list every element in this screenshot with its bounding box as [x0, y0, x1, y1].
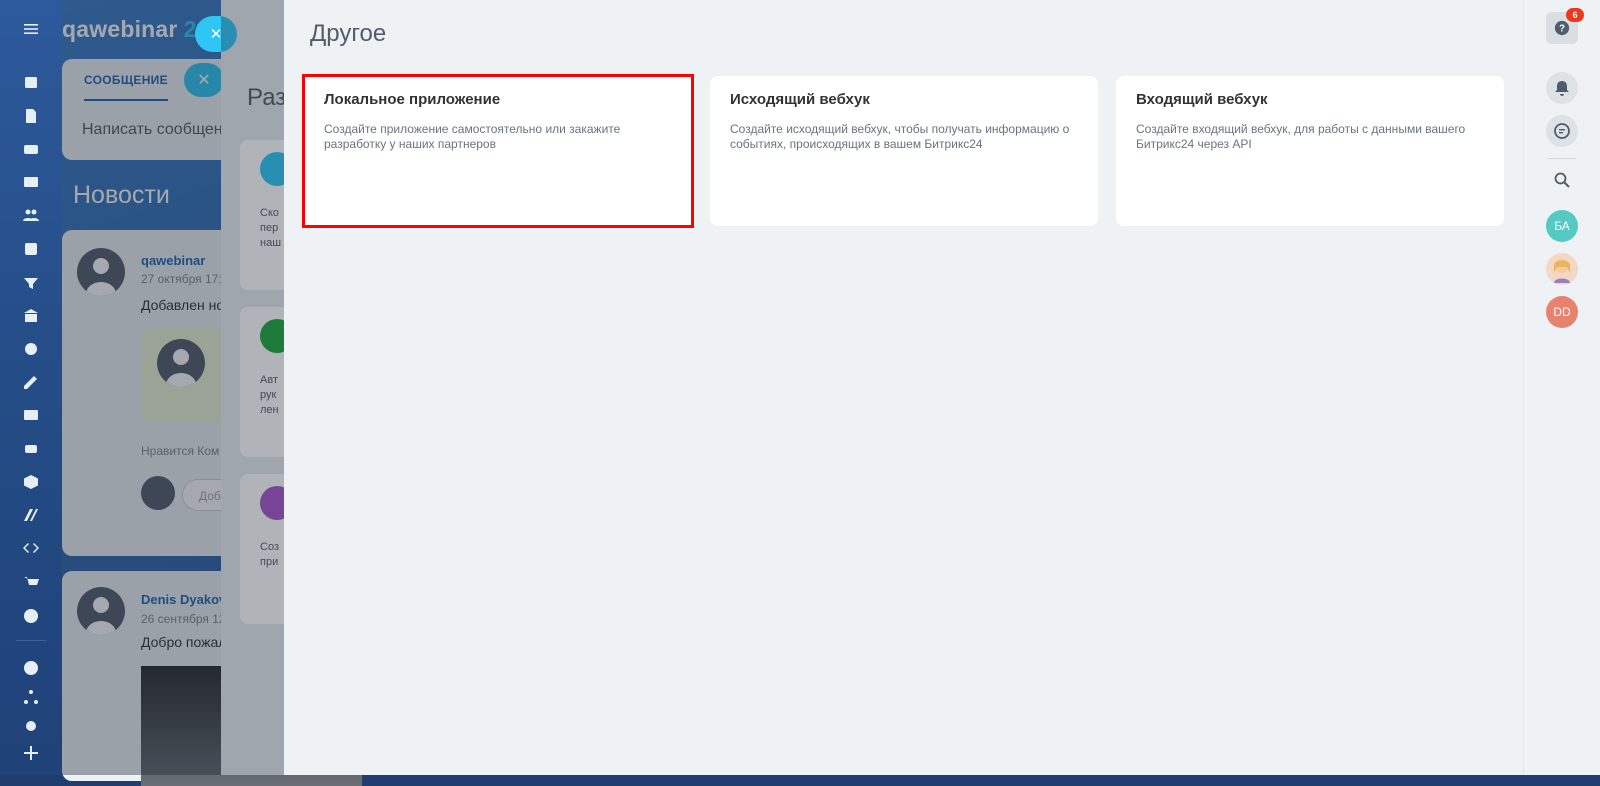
shop-cart-icon[interactable]: [19, 572, 43, 594]
card-description: Создайте входящий вебхук, для работы с д…: [1136, 122, 1466, 151]
structure-icon[interactable]: [19, 686, 43, 708]
drive-icon[interactable]: [19, 138, 43, 160]
right-toolbar: ? 6 БА DD: [1523, 0, 1600, 775]
rail-divider: [16, 640, 46, 641]
settings-gear-icon[interactable]: [19, 715, 43, 737]
more-chevron-icon[interactable]: [19, 605, 43, 627]
avatar[interactable]: БА: [1546, 210, 1578, 242]
robot-icon[interactable]: [19, 437, 43, 459]
bell-icon: [1555, 81, 1569, 96]
sites-icon[interactable]: [19, 504, 43, 526]
incoming-webhook-card[interactable]: Входящий вебхук Создайте входящий вебхук…: [1116, 76, 1504, 226]
panel-divider: [1548, 158, 1576, 159]
left-menu-rail: [0, 0, 62, 775]
mail-icon[interactable]: [19, 171, 43, 193]
add-plus-icon[interactable]: [19, 742, 43, 764]
avatar[interactable]: [1546, 253, 1578, 285]
search-button[interactable]: [1546, 164, 1578, 196]
crm-funnel-icon[interactable]: [19, 272, 43, 294]
target-icon[interactable]: [19, 338, 43, 360]
user-photo-icon: [1554, 259, 1570, 283]
card-description: Создайте исходящий вебхук, чтобы получат…: [730, 122, 1070, 151]
tasks-icon[interactable]: [19, 238, 43, 260]
notifications-button[interactable]: [1546, 72, 1578, 104]
document-icon[interactable]: [19, 105, 43, 127]
employees-icon[interactable]: [19, 204, 43, 226]
help-badge: 6: [1566, 8, 1584, 22]
sign-icon[interactable]: [19, 371, 43, 393]
card-title: Входящий вебхук: [1136, 91, 1268, 108]
bank-icon[interactable]: [19, 305, 43, 327]
hamburger-menu-icon[interactable]: [19, 18, 43, 40]
developer-code-icon[interactable]: [19, 537, 43, 559]
market-box-icon[interactable]: [19, 471, 43, 493]
chats-button[interactable]: [1546, 115, 1578, 147]
help-icon[interactable]: [19, 657, 43, 679]
search-icon: [1554, 172, 1570, 188]
local-app-card[interactable]: Локальное приложение Создайте приложение…: [302, 74, 694, 228]
svg-text:?: ?: [1559, 24, 1565, 35]
card-title: Локальное приложение: [324, 91, 501, 108]
chat-icon: [1554, 123, 1570, 139]
calendar-icon[interactable]: [19, 71, 43, 93]
avatar[interactable]: DD: [1546, 296, 1578, 328]
contact-card-icon[interactable]: [19, 404, 43, 426]
card-title: Исходящий вебхук: [730, 91, 870, 108]
other-slider-panel: Другое Локальное приложение Создайте при…: [284, 0, 1523, 775]
slider-title: Другое: [310, 20, 387, 47]
help-icon: ?: [1554, 20, 1570, 36]
outgoing-webhook-card[interactable]: Исходящий вебхук Создайте исходящий вебх…: [710, 76, 1098, 226]
card-description: Создайте приложение самостоятельно или з…: [324, 122, 621, 151]
